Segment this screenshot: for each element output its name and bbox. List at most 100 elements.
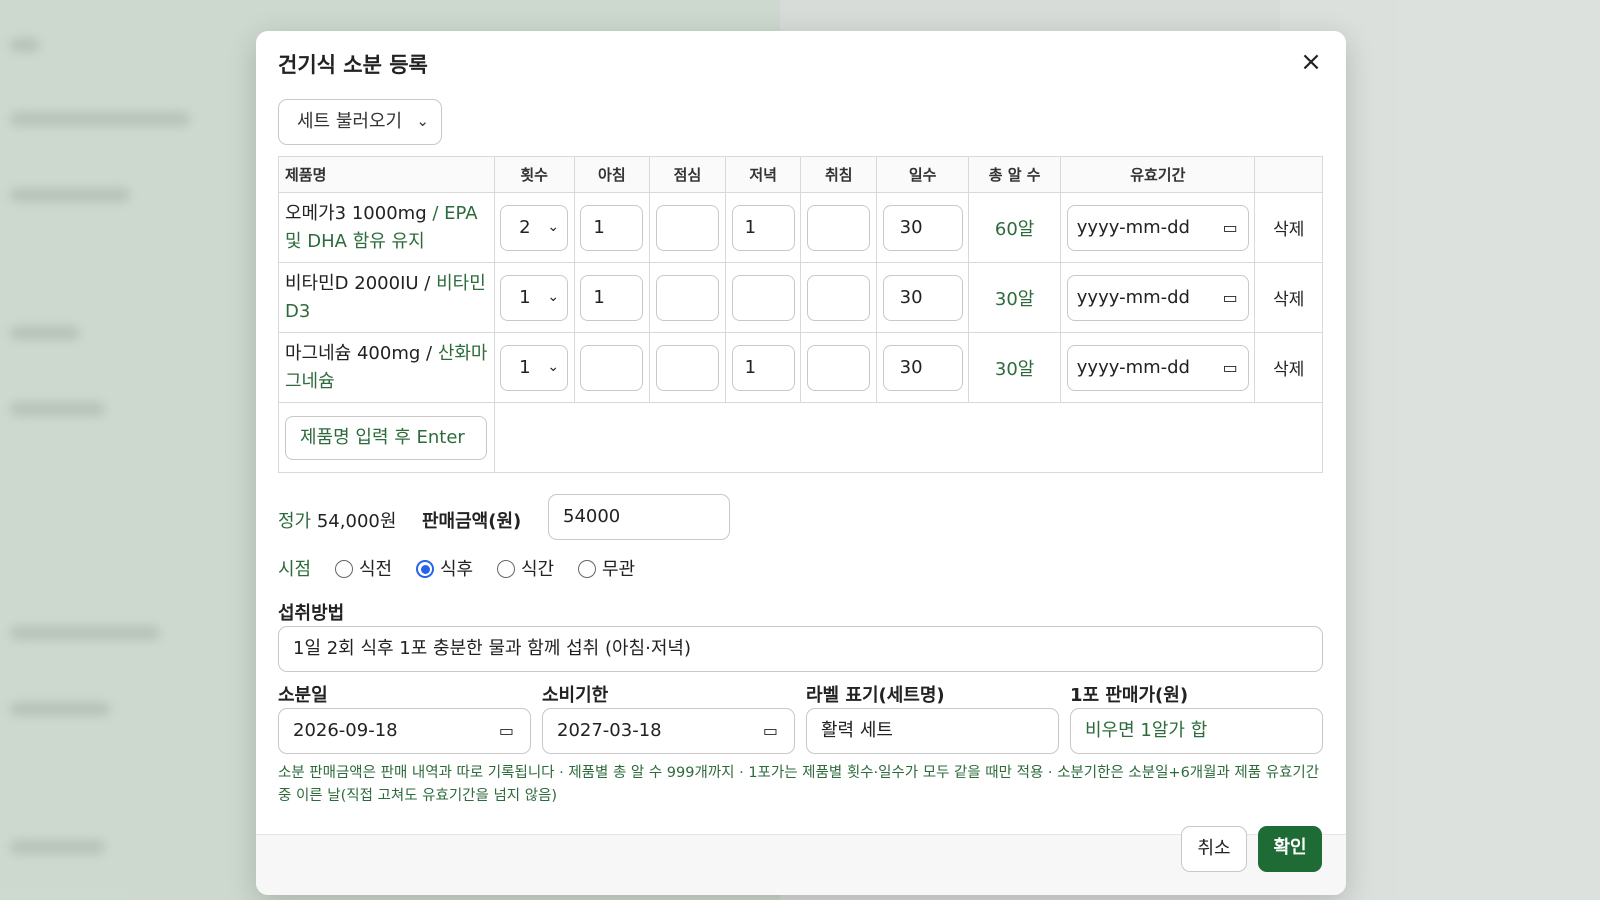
timing-radio-any[interactable]: 무관: [578, 555, 635, 581]
header-evening: 저녁: [724, 156, 802, 193]
set-name-input[interactable]: 활력 세트: [806, 708, 1059, 754]
timing-radio-after[interactable]: 식후: [416, 555, 473, 581]
dispense-date-label: 소분일: [278, 685, 328, 706]
table-row: 비타민D 2000IU / 비타민D3 1 ⌄ 1 30 30알 yyyy-mm-…: [278, 262, 1323, 333]
expiry-value: 2027-03-18: [557, 720, 662, 741]
timing-radio-before[interactable]: 식전: [335, 555, 392, 581]
delete-button[interactable]: 삭제: [1254, 262, 1323, 333]
timing-radio-between[interactable]: 식간: [497, 555, 554, 581]
set-load-select-label: 세트 불러오기: [297, 111, 403, 132]
product-table: 제품명 횟수 아침 점심 저녁 취침 일수 총 알 수 유효기간 오메가3 10…: [278, 156, 1324, 473]
calendar-icon[interactable]: ▭: [763, 709, 778, 752]
header-expiry: 유효기간: [1060, 156, 1256, 193]
intake-method-input[interactable]: 1일 2회 식후 1포 충분한 물과 함께 섭취 (아침·저녁): [278, 626, 1323, 672]
confirm-button[interactable]: 확인: [1258, 826, 1322, 872]
morning-input[interactable]: 1: [580, 204, 644, 251]
evening-input[interactable]: 1: [731, 204, 795, 251]
expiry-date-value: yyyy-mm-dd: [1076, 286, 1190, 308]
set-load-select[interactable]: 세트 불러오기 ⌄: [278, 99, 442, 145]
expiry-date-input[interactable]: yyyy-mm-dd ▭: [1066, 274, 1249, 321]
product-name-cell: 비타민D 2000IU / 비타민D3: [278, 262, 495, 333]
table-row: 오메가3 1000mg / EPA 및 DHA 함유 유지 2 ⌄ 1 1 30 …: [278, 192, 1323, 263]
table-row: 마그네슘 400mg / 산화마그네슘 1 ⌄ 1 30 30알 yyyy-mm-…: [278, 332, 1323, 403]
radio-icon: [578, 560, 596, 578]
list-price: 정가 54,000원: [278, 507, 396, 533]
dispense-date-input[interactable]: 2026-09-18 ▭: [278, 708, 531, 754]
cancel-button[interactable]: 취소: [1181, 826, 1247, 872]
morning-input[interactable]: 1: [580, 274, 644, 321]
timing-label: 시점: [278, 559, 312, 580]
count-value: 1: [519, 356, 531, 378]
total-pills: 60알: [968, 192, 1062, 263]
total-pills: 30알: [968, 332, 1062, 403]
product-name: 비타민D 2000IU /: [285, 272, 431, 294]
new-product-row-empty: [493, 402, 1324, 473]
radio-selected-icon: [416, 560, 434, 578]
expiry-date-value: yyyy-mm-dd: [1076, 216, 1190, 238]
chevron-down-icon: ⌄: [416, 112, 429, 130]
new-product-row: 제품명 입력 후 Enter: [278, 402, 1324, 473]
evening-input[interactable]: 1: [731, 344, 795, 391]
pack-price-input[interactable]: 비우면 1알가 합: [1070, 708, 1323, 754]
expiry-date-input[interactable]: yyyy-mm-dd ▭: [1066, 344, 1249, 391]
expiry-label: 소비기한: [542, 685, 609, 706]
days-input[interactable]: 30: [882, 274, 963, 321]
product-name: 마그네슘 400mg /: [285, 342, 433, 364]
expiry-input[interactable]: 2027-03-18 ▭: [542, 708, 795, 754]
modal-title: 건기식 소분 등록: [278, 53, 428, 77]
chevron-down-icon: ⌄: [547, 358, 560, 375]
calendar-icon[interactable]: ▭: [1223, 276, 1238, 319]
count-value: 2: [519, 216, 531, 238]
bedtime-input[interactable]: [807, 204, 871, 251]
calendar-icon[interactable]: ▭: [1223, 346, 1238, 389]
sale-price-input[interactable]: 54000: [548, 494, 730, 540]
header-days: 일수: [876, 156, 970, 193]
lunch-input[interactable]: [655, 344, 719, 391]
radio-label: 무관: [602, 559, 636, 580]
total-pills: 30알: [968, 262, 1062, 333]
calendar-icon[interactable]: ▭: [499, 709, 514, 752]
product-name-cell: 오메가3 1000mg / EPA 및 DHA 함유 유지: [278, 192, 495, 263]
list-price-label: 정가: [278, 511, 312, 532]
calendar-icon[interactable]: ▭: [1223, 206, 1238, 249]
product-name-cell: 마그네슘 400mg / 산화마그네슘: [278, 332, 495, 403]
count-select[interactable]: 2 ⌄: [500, 204, 569, 251]
sale-price-label: 판매금액(원): [422, 511, 522, 532]
radio-label: 식전: [359, 559, 393, 580]
delete-button[interactable]: 삭제: [1254, 192, 1323, 263]
days-input[interactable]: 30: [882, 344, 963, 391]
delete-button[interactable]: 삭제: [1254, 332, 1323, 403]
close-icon[interactable]: ×: [1296, 47, 1326, 77]
intake-method-label: 섭취방법: [278, 603, 345, 624]
header-count: 횟수: [493, 156, 575, 193]
header-morning: 아침: [573, 156, 651, 193]
header-bedtime: 취침: [800, 156, 878, 193]
expiry-date-value: yyyy-mm-dd: [1076, 356, 1190, 378]
product-name: 오메가3 1000mg: [285, 202, 427, 224]
expiry-date-input[interactable]: yyyy-mm-dd ▭: [1066, 204, 1249, 251]
days-input[interactable]: 30: [882, 204, 963, 251]
evening-input[interactable]: [731, 274, 795, 321]
help-note: 소분 판매금액은 판매 내역과 따로 기록됩니다 · 제품별 총 알 수 999…: [278, 765, 1320, 804]
chevron-down-icon: ⌄: [547, 218, 560, 235]
morning-input[interactable]: [580, 344, 644, 391]
count-select[interactable]: 1 ⌄: [500, 344, 569, 391]
list-price-value: 54,000원: [316, 511, 397, 532]
radio-label: 식후: [440, 559, 474, 580]
bedtime-input[interactable]: [807, 344, 871, 391]
radio-label: 식간: [521, 559, 555, 580]
count-select[interactable]: 1 ⌄: [500, 274, 569, 321]
header-product-name: 제품명: [278, 156, 495, 193]
header-total: 총 알 수: [968, 156, 1062, 193]
radio-icon: [335, 560, 353, 578]
lunch-input[interactable]: [655, 204, 719, 251]
header-actions: [1254, 156, 1323, 193]
chevron-down-icon: ⌄: [547, 288, 560, 305]
bedtime-input[interactable]: [807, 274, 871, 321]
table-header-row: 제품명 횟수 아침 점심 저녁 취침 일수 총 알 수 유효기간: [278, 156, 1323, 193]
new-product-input[interactable]: 제품명 입력 후 Enter: [285, 415, 487, 460]
set-name-label: 라벨 표기(세트명): [806, 685, 945, 706]
lunch-input[interactable]: [655, 274, 719, 321]
count-value: 1: [519, 286, 531, 308]
header-lunch: 점심: [649, 156, 726, 193]
